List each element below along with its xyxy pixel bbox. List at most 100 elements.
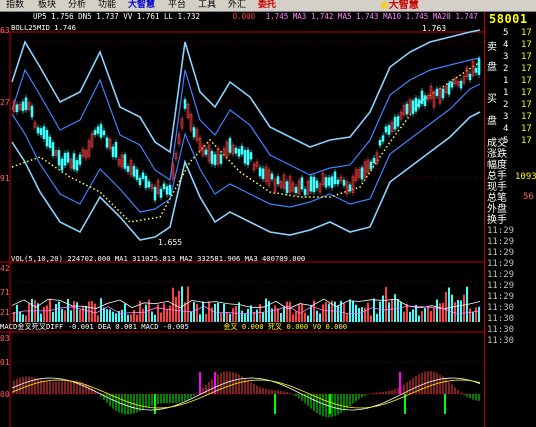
menu-item-index[interactable]: 指数 (6, 0, 24, 11)
volume-bar (253, 311, 255, 322)
candle-body (381, 135, 385, 142)
volume-bar (172, 287, 174, 322)
candle-body (258, 167, 262, 177)
volume-bar (430, 311, 432, 322)
volume-bar (409, 311, 411, 322)
volume-bar (85, 305, 87, 322)
volume-bar (376, 313, 378, 322)
volume-bar (256, 309, 258, 322)
tick-time: 11:30 (487, 336, 515, 346)
menu-item-forex[interactable]: 外汇 (228, 0, 246, 11)
tick-time: 11:29 (487, 248, 515, 258)
volume-bar (232, 308, 234, 322)
macd-axis-label: 00 (0, 390, 10, 399)
volume-bar (16, 305, 18, 322)
order-volume: 17 (521, 52, 532, 62)
volume-bar (154, 314, 156, 322)
order-level: 5 (503, 28, 509, 38)
volume-bar (76, 302, 78, 322)
menu-item-function[interactable]: 功能 (98, 0, 116, 11)
candle-body (387, 125, 391, 135)
candle-body (102, 130, 106, 136)
volume-bar (160, 312, 162, 322)
candle-body (411, 100, 415, 114)
volume-bar (361, 307, 363, 322)
menu-item-sector[interactable]: 板块 (38, 0, 56, 11)
candle-body (423, 95, 427, 106)
candle-body (78, 154, 82, 165)
candle-body (111, 146, 115, 157)
tick-time: 11:29 (487, 281, 515, 291)
volume-bar (58, 301, 60, 322)
volume-bar (199, 314, 201, 322)
tick-time: 11:29 (487, 226, 515, 236)
candle-body (114, 142, 118, 158)
menu-item-platform[interactable]: 平台 (168, 0, 186, 11)
volume-bar (247, 308, 249, 322)
volume-bar (370, 315, 372, 322)
menu-item-tools[interactable]: 工具 (198, 0, 216, 11)
volume-bar (187, 286, 189, 322)
low-price-annotation: 1.655 (158, 238, 183, 247)
volume-title: VOL(5,10,20) 224702.000 MA1 311025.813 M… (11, 254, 305, 263)
volume-bar (238, 302, 240, 322)
tick-time: 11:30 (487, 325, 515, 335)
candle-body (210, 151, 214, 164)
candle-body (63, 153, 67, 166)
volume-bar (226, 312, 228, 322)
volume-bar (334, 301, 336, 322)
candle-body (144, 175, 148, 188)
candle-body (468, 73, 472, 81)
volume-bar (157, 304, 159, 322)
volume-bar (82, 305, 84, 322)
candle-body (165, 186, 169, 195)
order-level: 3 (503, 112, 509, 122)
candle-body (369, 161, 373, 170)
volume-bar (196, 304, 198, 322)
candle-body (15, 104, 19, 112)
order-volume: 17 (521, 76, 532, 86)
sell-label: 盘 (487, 62, 497, 73)
volume-bar (427, 307, 429, 322)
volume-bar (400, 302, 402, 322)
candle-body (168, 184, 172, 195)
volume-bar (136, 314, 138, 322)
volume-bar (454, 302, 456, 322)
macd-axis-label: 01 (0, 358, 10, 367)
candle-body (330, 176, 334, 188)
volume-bar (133, 310, 135, 322)
candle-body (240, 145, 244, 155)
volume-bar (328, 303, 330, 322)
order-level: 1 (503, 76, 509, 86)
menu-item-analysis[interactable]: 分析 (68, 0, 86, 11)
tick-time: 11:29 (487, 237, 515, 247)
kline-chart[interactable] (0, 22, 484, 427)
volume-bar (457, 299, 459, 322)
menu-item-dzh[interactable]: 大智慧 (128, 0, 155, 11)
tick-time: 11:29 (487, 292, 515, 302)
candle-body (441, 88, 445, 99)
candle-body (300, 177, 304, 190)
volume-bar (127, 314, 129, 322)
menu-item-trade[interactable]: 委托 (258, 0, 276, 11)
volume-bar (478, 306, 480, 322)
candle-body (294, 186, 298, 194)
candle-body (219, 154, 223, 164)
volume-bar (109, 309, 111, 322)
order-level: 2 (503, 100, 509, 110)
volume-bar (391, 298, 393, 322)
volume-bar (325, 302, 327, 322)
volume-bar (382, 295, 384, 322)
stat-label: 涨跌 (487, 149, 507, 160)
volume-bar (385, 286, 387, 322)
candle-body (372, 157, 376, 164)
volume-bar (166, 309, 168, 322)
volume-bar (310, 305, 312, 322)
volume-bar (346, 314, 348, 322)
candle-body (39, 128, 43, 136)
volume-bar (97, 315, 99, 322)
total-volume-value: 1093 (515, 172, 536, 182)
candle-body (237, 148, 241, 157)
candle-body (309, 176, 313, 192)
volume-bar (181, 286, 183, 322)
